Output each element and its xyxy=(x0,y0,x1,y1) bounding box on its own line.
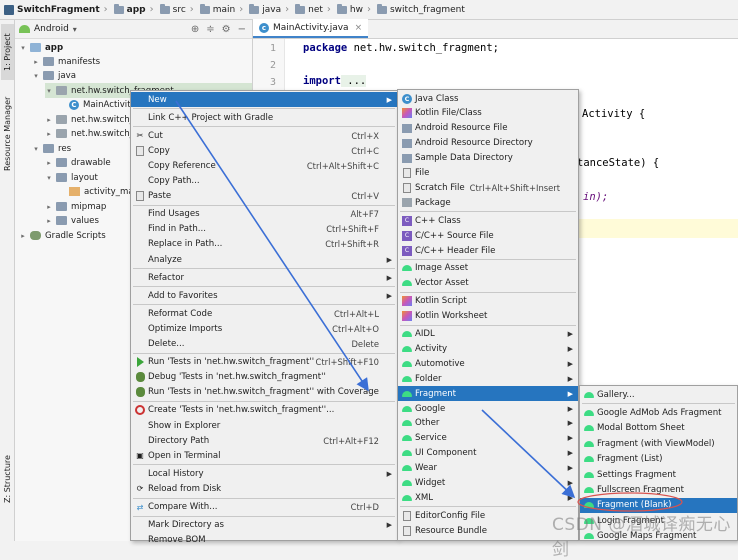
watermark: CSDN @酒城译痴无心剑 xyxy=(552,515,731,560)
highlight-circle xyxy=(577,492,683,512)
arrow-new-to-fragment xyxy=(175,100,369,392)
annotation-arrows xyxy=(175,100,683,512)
arrow-fragment-to-blank xyxy=(481,409,576,499)
